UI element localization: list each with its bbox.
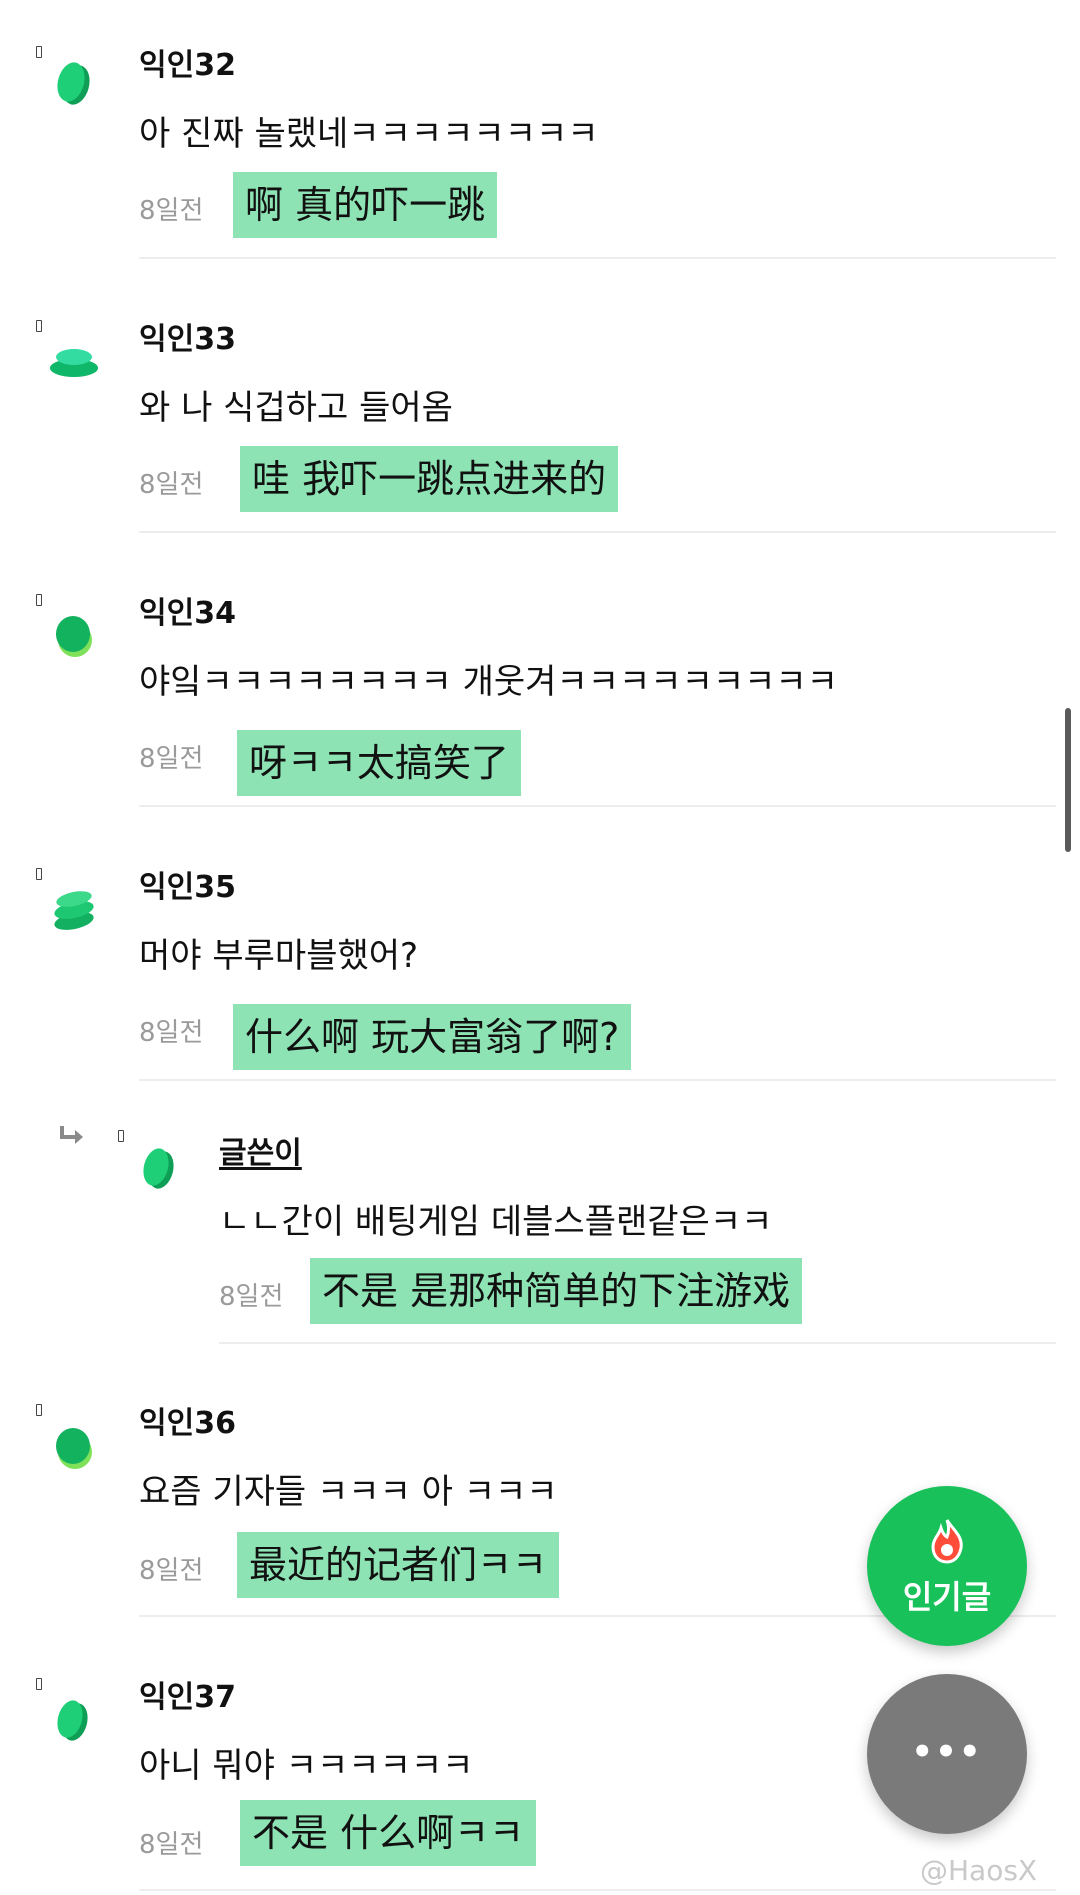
- translation-highlight: 呀ㅋㅋ太搞笑了: [237, 730, 521, 796]
- scrollbar[interactable]: [1065, 708, 1071, 852]
- commenter-name[interactable]: 익인32: [139, 40, 236, 84]
- divider: [139, 1889, 1056, 1891]
- comment-date: 8일전: [139, 470, 204, 500]
- more-dots-icon: •••: [911, 1732, 983, 1772]
- avatar[interactable]: [52, 610, 96, 660]
- comment-date: 8일전: [139, 1556, 204, 1586]
- popular-posts-label: 인기글: [902, 1578, 992, 1616]
- translation-highlight: 哇 我吓一跳点进来的: [240, 446, 619, 512]
- watermark: @HaosX: [920, 1854, 1038, 1887]
- commenter-name[interactable]: 익인35: [139, 862, 236, 906]
- commenter-name[interactable]: 익인33: [139, 314, 236, 358]
- report-marker-icon[interactable]: [36, 1404, 42, 1416]
- divider: [139, 257, 1056, 259]
- divider: [139, 531, 1056, 533]
- comment-text: 아 진짜 놀랬네ㅋㅋㅋㅋㅋㅋㅋㅋ: [139, 114, 599, 154]
- translation-highlight: 什么啊 玩大富翁了啊?: [233, 1004, 632, 1070]
- avatar[interactable]: [52, 1696, 92, 1744]
- divider: [139, 1079, 1056, 1081]
- commenter-name[interactable]: 익인37: [139, 1672, 236, 1716]
- comment-text: 와 나 식겁하고 들어옴: [139, 388, 453, 428]
- flame-icon: [931, 1519, 963, 1564]
- author-name[interactable]: 글쓴이: [219, 1128, 302, 1172]
- report-marker-icon[interactable]: [36, 868, 42, 880]
- comment-date: 8일전: [139, 196, 204, 226]
- translation-highlight: 啊 真的吓一跳: [233, 172, 498, 238]
- comment-text: 요즘 기자들 ㅋㅋㅋ 아 ㅋㅋㅋ: [139, 1472, 558, 1512]
- comment-text: 머야 부루마블했어?: [139, 936, 419, 976]
- comment-date: 8일전: [139, 1830, 204, 1860]
- commenter-name[interactable]: 익인36: [139, 1398, 236, 1442]
- report-marker-icon[interactable]: [36, 46, 42, 58]
- reply-arrow-icon: [60, 1126, 83, 1144]
- comment-date: 8일전: [219, 1282, 284, 1312]
- avatar[interactable]: [48, 344, 100, 380]
- report-marker-icon[interactable]: [36, 1678, 42, 1690]
- popular-posts-button[interactable]: 인기글: [867, 1486, 1027, 1646]
- report-marker-icon[interactable]: [36, 594, 42, 606]
- translation-highlight: 不是 什么啊ㅋㅋ: [240, 1800, 536, 1866]
- comment-text: ㄴㄴ간이 배팅게임 데블스플랜같은ㅋㅋ: [219, 1202, 773, 1242]
- divider: [139, 805, 1056, 807]
- comment-date: 8일전: [139, 744, 204, 774]
- avatar[interactable]: [52, 58, 94, 108]
- report-marker-icon[interactable]: [118, 1130, 124, 1142]
- report-marker-icon[interactable]: [36, 320, 42, 332]
- translation-highlight: 最近的记者们ㅋㅋ: [237, 1532, 559, 1598]
- divider: [219, 1342, 1056, 1344]
- avatar[interactable]: [52, 888, 96, 932]
- comment-text: 아니 뭐야 ㅋㅋㅋㅋㅋㅋ: [139, 1746, 474, 1786]
- commenter-name[interactable]: 익인34: [139, 588, 236, 632]
- more-options-button[interactable]: •••: [867, 1674, 1027, 1834]
- translation-highlight: 不是 是那种简单的下注游戏: [310, 1258, 803, 1324]
- comment-text: 야잌ㅋㅋㅋㅋㅋㅋㅋㅋ 개웃겨ㅋㅋㅋㅋㅋㅋㅋㅋㅋ: [139, 662, 838, 702]
- comment-date: 8일전: [139, 1018, 204, 1048]
- avatar[interactable]: [138, 1144, 178, 1192]
- avatar[interactable]: [52, 1422, 96, 1472]
